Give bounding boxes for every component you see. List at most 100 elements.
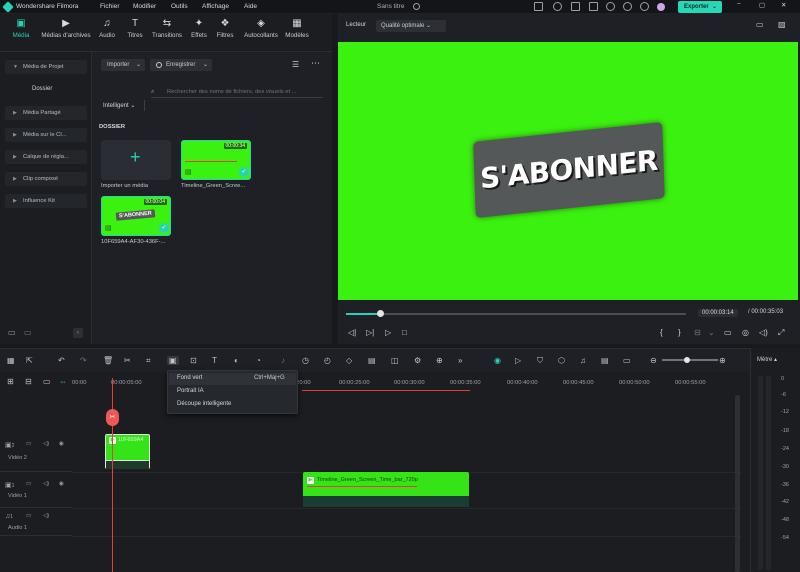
expand-icon[interactable]: ⤢ bbox=[778, 328, 784, 338]
play-range-icon[interactable]: ▷ bbox=[515, 356, 521, 365]
sidebar-item-project-media[interactable]: ▼ Média de Projet bbox=[5, 60, 87, 74]
render-preview-icon[interactable]: ⊟ bbox=[694, 328, 701, 337]
eye-icon[interactable]: ◉ bbox=[59, 441, 64, 447]
speed-icon[interactable]: ◔ bbox=[256, 356, 261, 365]
layout-icon[interactable]: ▦ bbox=[7, 356, 15, 365]
speaker-icon[interactable]: ◁) bbox=[43, 441, 49, 447]
maximize-icon[interactable]: ▢ bbox=[759, 1, 765, 9]
sidebar-subitem-folder[interactable]: Dossier bbox=[32, 86, 52, 92]
meter-label[interactable]: Mètre ▴ bbox=[757, 356, 777, 363]
compare-view-icon[interactable]: ▭ bbox=[756, 20, 764, 29]
color-icon[interactable]: ◐ bbox=[234, 356, 239, 365]
keyframe-icon[interactable]: ◇ bbox=[346, 356, 352, 365]
link-icon[interactable]: ⊟ bbox=[25, 377, 32, 386]
menu-affichage[interactable]: Affichage bbox=[202, 3, 229, 10]
import-button[interactable]: Importer ⌄ bbox=[101, 59, 145, 71]
text-icon[interactable]: T bbox=[212, 356, 217, 365]
gift-icon[interactable] bbox=[589, 2, 598, 11]
ai-cutout-icon[interactable]: ▣ bbox=[167, 356, 179, 365]
folder-icon[interactable]: ▭ bbox=[26, 513, 31, 519]
folder-icon[interactable]: ▭ bbox=[26, 481, 31, 487]
more-icon[interactable]: ⋯ bbox=[311, 58, 320, 69]
tab-filters[interactable]: ❖ Filtres bbox=[214, 18, 236, 39]
timeline-clip[interactable]: ▶ Timeline_Green_Screen_Time_bar_720p bbox=[303, 472, 469, 507]
add-track-icon[interactable]: ⊞ bbox=[7, 377, 14, 386]
eye-icon[interactable]: ◉ bbox=[59, 481, 64, 487]
playhead-handle[interactable]: ✂ bbox=[106, 409, 119, 426]
delete-icon[interactable]: 🗑 bbox=[103, 356, 113, 365]
microphone-icon[interactable]: ♫ bbox=[580, 356, 586, 365]
record-button[interactable]: Enregistrer ⌄ bbox=[150, 59, 212, 71]
search-input[interactable]: ⌕ Rechercher des noms de fichiers, des vi… bbox=[151, 86, 323, 98]
sidebar-item-cloud-media[interactable]: ▶ Média sur le Cl... bbox=[5, 128, 87, 142]
media-thumbnail[interactable]: 00:00:34 ▤ ✓ bbox=[181, 140, 251, 180]
tab-audio[interactable]: ♫ Audio bbox=[96, 18, 118, 39]
sort-icon[interactable]: ☰ bbox=[292, 60, 299, 69]
mark-in-icon[interactable]: { bbox=[660, 328, 663, 337]
more-tools-icon[interactable]: » bbox=[458, 356, 462, 365]
fullscreen-preview-icon[interactable]: ⌄ bbox=[708, 328, 715, 337]
notification-icon[interactable] bbox=[640, 2, 649, 11]
upload-cloud-icon[interactable] bbox=[606, 2, 615, 11]
menu-item-green-screen[interactable]: Fond vert bbox=[177, 375, 202, 381]
import-media-tile[interactable]: + bbox=[101, 140, 171, 180]
menu-outils[interactable]: Outils bbox=[171, 3, 188, 10]
timer-icon[interactable]: ◷ bbox=[302, 356, 309, 365]
volume-icon[interactable]: ◁) bbox=[759, 328, 768, 337]
sidebar-item-influence-kit[interactable]: ▶ Influence Kit bbox=[5, 194, 87, 208]
audio-tool-icon[interactable]: ♪ bbox=[281, 356, 285, 365]
menu-aide[interactable]: Aide bbox=[244, 3, 257, 10]
auto-highlight-icon[interactable]: ◉ bbox=[494, 356, 501, 365]
play-icon[interactable]: ▷ bbox=[385, 328, 391, 337]
folder-icon[interactable]: ▭ bbox=[24, 328, 32, 337]
speaker-icon[interactable]: ◁) bbox=[43, 481, 49, 487]
menu-item-ai-portrait[interactable]: Portrait IA bbox=[177, 388, 204, 394]
stabilize-icon[interactable]: ◫ bbox=[391, 356, 399, 365]
grid-icon[interactable] bbox=[571, 2, 580, 11]
lightbulb-icon[interactable] bbox=[553, 2, 562, 11]
marker-icon[interactable]: ⬡ bbox=[558, 356, 565, 365]
menu-fichier[interactable]: Fichier bbox=[100, 3, 120, 10]
mask-icon[interactable]: ▤ bbox=[368, 356, 376, 365]
timeline-scrollbar[interactable] bbox=[735, 395, 740, 572]
split-icon[interactable]: ✂ bbox=[124, 356, 131, 365]
zoom-slider[interactable] bbox=[662, 359, 718, 361]
tab-templates[interactable]: ▦ Modèles bbox=[283, 18, 311, 39]
redo-icon[interactable]: ↷ bbox=[80, 356, 87, 365]
crop-icon[interactable]: ⌗ bbox=[146, 356, 151, 366]
cloud-sync-icon[interactable] bbox=[413, 3, 420, 10]
zoom-in-icon[interactable]: ⊕ bbox=[719, 356, 726, 365]
auto-reframe-icon[interactable]: ⊡ bbox=[190, 356, 197, 365]
picture-in-picture-icon[interactable]: ▭ bbox=[623, 356, 631, 365]
previous-frame-icon[interactable]: ◁| bbox=[348, 328, 356, 337]
progress-track[interactable] bbox=[346, 313, 686, 315]
snap-line-icon[interactable]: ⇔ bbox=[59, 377, 67, 386]
select-tool-icon[interactable]: ⇱ bbox=[26, 356, 33, 365]
media-thumbnail[interactable]: 00:00:04 S'ABONNER ▤ ✓ bbox=[101, 196, 171, 236]
tab-stock-media[interactable]: ▶ Médias d'archives bbox=[38, 18, 94, 39]
tab-titles[interactable]: T Titres bbox=[124, 18, 146, 39]
collapse-panel-icon[interactable]: ‹ bbox=[73, 328, 83, 338]
camera-icon[interactable]: ◎ bbox=[742, 328, 749, 337]
zoom-out-icon[interactable]: ⊖ bbox=[650, 356, 657, 365]
smart-filter-dropdown[interactable]: Intelligent ⌄ bbox=[103, 102, 143, 109]
magnet-icon[interactable]: ▭ bbox=[43, 377, 51, 386]
close-icon[interactable]: ✕ bbox=[781, 1, 786, 9]
speaker-icon[interactable]: ◁) bbox=[43, 513, 49, 519]
playhead[interactable] bbox=[112, 378, 113, 572]
undo-icon[interactable]: ↶ bbox=[58, 356, 65, 365]
tab-media[interactable]: ▣ Média bbox=[10, 18, 32, 39]
adjust-icon[interactable]: ⚙ bbox=[414, 356, 421, 365]
mark-out-icon[interactable]: } bbox=[678, 328, 681, 337]
avatar[interactable] bbox=[657, 3, 665, 11]
menu-item-smart-cutout[interactable]: Découpe intelligente bbox=[177, 401, 231, 407]
tab-stickers[interactable]: ◈ Autocollants bbox=[240, 18, 282, 39]
display-icon[interactable]: ▭ bbox=[724, 328, 732, 337]
zoom-slider-handle[interactable] bbox=[684, 357, 690, 363]
headset-icon[interactable] bbox=[623, 2, 632, 11]
minimize-icon[interactable]: – bbox=[737, 0, 741, 7]
tab-effects[interactable]: ✦ Effets bbox=[188, 18, 210, 39]
sidebar-item-shared-media[interactable]: ▶ Média Partagé bbox=[5, 106, 87, 120]
shield-icon[interactable]: ⛉ bbox=[537, 356, 543, 366]
stop-icon[interactable]: □ bbox=[402, 328, 407, 337]
